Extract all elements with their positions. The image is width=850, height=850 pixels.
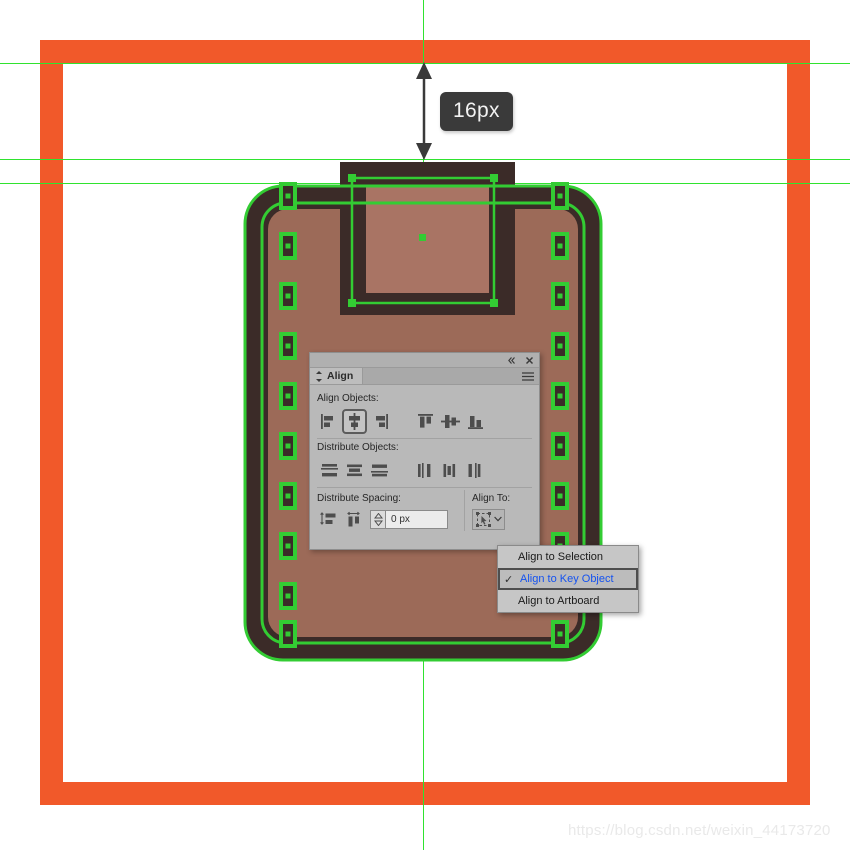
menu-item-label: Align to Key Object [520, 573, 614, 585]
hamburger-menu-icon[interactable] [522, 371, 534, 381]
anchor-point[interactable] [285, 193, 291, 199]
anchor-point[interactable] [557, 443, 563, 449]
divider-1 [317, 438, 532, 439]
align-to-group: Align To: [472, 490, 532, 531]
panel-tab-row: Align [310, 368, 539, 385]
anchor-handle-tr[interactable] [490, 174, 498, 182]
tab-filler [363, 368, 539, 384]
anchor-point[interactable] [285, 631, 291, 637]
align-btn-vertical-distribute-top[interactable] [317, 458, 342, 483]
measurement-value-label: 16px [440, 92, 513, 131]
align-to-key-object-icon [475, 511, 491, 527]
canvas-stage: 16px Align Align Objects: Distribute Obj… [0, 0, 850, 850]
distribute-objects-label: Distribute Objects: [317, 442, 399, 453]
anchor-point[interactable] [285, 393, 291, 399]
divider-2 [317, 487, 532, 488]
menu-item-label: Align to Artboard [518, 595, 600, 607]
tab-align[interactable]: Align [310, 368, 364, 384]
align-btn-horizontal-distribute-spacing[interactable] [342, 507, 367, 532]
panel-titlebar [310, 353, 539, 368]
anchor-handle-center[interactable] [419, 234, 426, 241]
anchor-point[interactable] [557, 493, 563, 499]
watermark-text: https://blog.csdn.net/weixin_44173720 [568, 822, 831, 839]
align-btn-horizontal-align-left[interactable] [317, 409, 342, 434]
distribute-spacing-label: Distribute Spacing: [317, 493, 401, 504]
anchor-point[interactable] [285, 243, 291, 249]
menu-item-align-to-selection[interactable]: Align to Selection [498, 546, 638, 568]
align-to-row [472, 507, 532, 531]
align-btn-horizontal-align-right[interactable] [367, 409, 392, 434]
align-btn-vertical-distribute-bottom[interactable] [367, 458, 392, 483]
align-btn-vertical-distribute-spacing[interactable] [317, 507, 342, 532]
anchor-point[interactable] [285, 443, 291, 449]
align-to-dropdown-button[interactable] [472, 508, 505, 530]
anchor-point[interactable] [285, 343, 291, 349]
check-icon: ✓ [504, 573, 514, 586]
distribute-objects-row [317, 456, 532, 484]
double-chevron-left-icon[interactable] [507, 356, 516, 365]
align-btn-horizontal-distribute-right[interactable] [463, 458, 488, 483]
align-btn-vertical-distribute-center[interactable] [342, 458, 367, 483]
tab-align-label: Align [327, 370, 354, 382]
vertical-separator [464, 490, 465, 531]
align-btn-horizontal-distribute-center[interactable] [438, 458, 463, 483]
distribute-spacing-group: Distribute Spacing: [317, 490, 462, 531]
distribute-spacing-row [317, 507, 462, 531]
anchor-point[interactable] [285, 593, 291, 599]
anchor-point[interactable] [557, 393, 563, 399]
align-btn-vertical-align-center[interactable] [438, 409, 463, 434]
align-btn-vertical-align-bottom[interactable] [463, 409, 488, 434]
anchor-point[interactable] [285, 493, 291, 499]
menu-item-align-to-key-object[interactable]: ✓ Align to Key Object [498, 568, 638, 590]
panel-body: Align Objects: Distribute Objects: Distr… [310, 385, 539, 531]
anchor-point[interactable] [557, 293, 563, 299]
anchor-point[interactable] [285, 543, 291, 549]
spacing-input[interactable] [385, 510, 447, 528]
align-btn-vertical-align-top[interactable] [413, 409, 438, 434]
measure-arrow-icon [416, 62, 432, 160]
anchor-point[interactable] [557, 193, 563, 199]
align-objects-label: Align Objects: [317, 393, 379, 404]
anchor-handle-tl[interactable] [348, 174, 356, 182]
close-icon[interactable] [525, 356, 534, 365]
menu-item-label: Align to Selection [518, 551, 603, 563]
align-to-label: Align To: [472, 493, 511, 504]
anchor-handle-bl[interactable] [348, 299, 356, 307]
align-btn-horizontal-align-center[interactable] [342, 408, 367, 434]
align-panel[interactable]: Align Align Objects: Distribute Objects:… [309, 352, 540, 550]
spacing-stepper[interactable] [370, 509, 448, 529]
anchor-point[interactable] [557, 243, 563, 249]
anchor-handle-br[interactable] [490, 299, 498, 307]
align-objects-row [317, 407, 532, 435]
chevron-down-icon [493, 516, 502, 522]
align-btn-horizontal-distribute-left[interactable] [413, 458, 438, 483]
stepper-arrows-icon[interactable] [371, 512, 385, 526]
bottom-section: Distribute Spacing: 0 px Align To: [317, 490, 532, 531]
align-to-dropdown-menu[interactable]: Align to Selection ✓ Align to Key Object… [497, 545, 639, 613]
anchor-point[interactable] [557, 631, 563, 637]
menu-item-align-to-artboard[interactable]: Align to Artboard [498, 590, 638, 612]
anchor-point[interactable] [557, 343, 563, 349]
diamond-caret-icon [316, 370, 322, 382]
anchor-point[interactable] [285, 293, 291, 299]
